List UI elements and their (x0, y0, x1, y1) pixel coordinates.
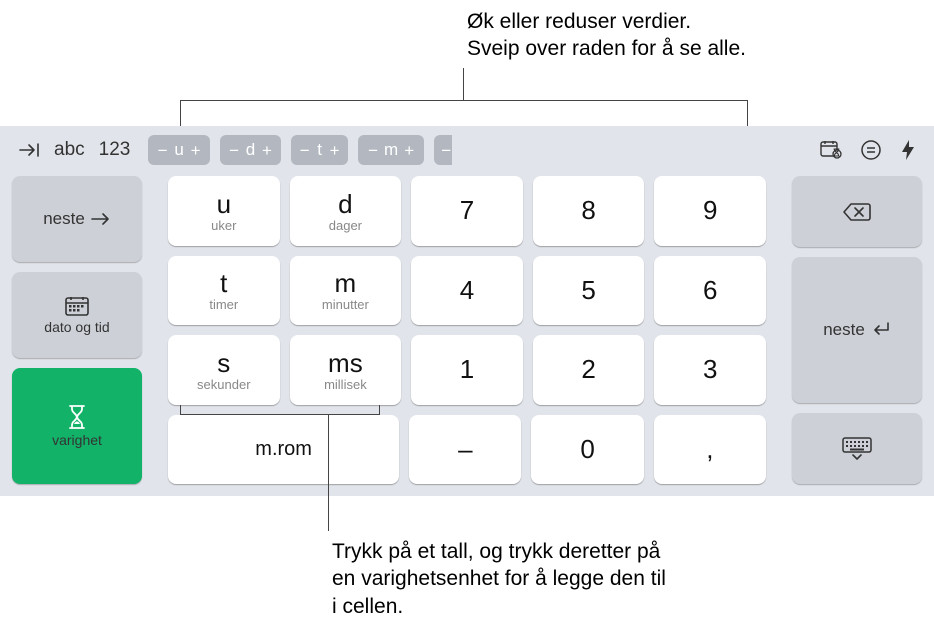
plus-icon[interactable]: + (400, 142, 418, 159)
minus-icon[interactable]: − (154, 142, 170, 159)
unit-t-key[interactable]: ttimer (168, 256, 280, 326)
abc-button[interactable]: abc (54, 139, 85, 161)
minus-icon[interactable]: − (440, 142, 452, 159)
arrow-right-icon (91, 212, 111, 226)
unit-d-key[interactable]: ddager (290, 176, 402, 246)
num-3-key[interactable]: 3 (654, 335, 766, 405)
num-5-key[interactable]: 5 (533, 256, 645, 326)
lightning-icon[interactable] (900, 139, 916, 161)
key-sub: minutter (322, 297, 369, 312)
key-label: neste (43, 209, 85, 229)
next-return-key[interactable]: neste (792, 257, 922, 403)
key-sub: millisek (324, 377, 367, 392)
key-main: u (217, 189, 231, 220)
plus-icon[interactable]: + (187, 142, 203, 159)
equals-icon[interactable] (860, 139, 882, 161)
key-main: d (338, 189, 352, 220)
unit-m-key[interactable]: mminutter (290, 256, 402, 326)
key-sub: uker (211, 218, 236, 233)
key-label: neste (823, 320, 865, 340)
key-main: m (335, 268, 357, 299)
backspace-key[interactable] (792, 176, 922, 247)
unit-s-key[interactable]: ssekunder (168, 335, 280, 405)
key-sub: dager (329, 218, 362, 233)
stepper-label: t (312, 140, 327, 160)
callout-leader (180, 405, 380, 415)
stepper-label: d (242, 140, 258, 160)
unit-u-key[interactable]: uuker (168, 176, 280, 246)
dismiss-keyboard-key[interactable] (792, 413, 922, 484)
space-key[interactable]: m.rom (168, 415, 399, 485)
top-left-controls: abc 123 (12, 139, 130, 161)
keyboard-top-row: abc 123 −u+ −d+ −t+ −m+ − (12, 134, 922, 166)
duration-key[interactable]: varighet (12, 368, 142, 484)
hourglass-icon (66, 404, 88, 430)
num-1-key[interactable]: 1 (411, 335, 523, 405)
calendar-icon (64, 295, 90, 317)
next-right-key[interactable]: neste (12, 176, 142, 262)
callout-top: Øk eller reduser verdier. Sveip over rad… (467, 8, 747, 63)
stepper-overflow[interactable]: − (434, 135, 452, 165)
keyboard-main: neste dato og tid varighet uuker ddager … (12, 176, 922, 484)
num-6-key[interactable]: 6 (654, 256, 766, 326)
minus-icon[interactable]: − (297, 142, 312, 159)
stepper-d[interactable]: −d+ (220, 135, 281, 165)
minus-icon[interactable]: − (226, 142, 242, 159)
key-sub: sekunder (197, 377, 250, 392)
stepper-row[interactable]: −u+ −d+ −t+ −m+ − (148, 135, 802, 165)
right-column: neste (792, 176, 922, 484)
callout-leader (463, 68, 464, 101)
key-main: ms (328, 348, 363, 379)
num-8-key[interactable]: 8 (533, 176, 645, 246)
key-label: dato og tid (44, 319, 109, 335)
stepper-t[interactable]: −t+ (291, 135, 348, 165)
stepper-u[interactable]: −u+ (148, 135, 209, 165)
top-right-controls (820, 139, 922, 161)
tab-icon[interactable] (18, 142, 40, 158)
calendar-duration-icon[interactable] (820, 140, 842, 160)
left-column: neste dato og tid varighet (12, 176, 142, 484)
minus-icon[interactable]: − (364, 142, 382, 159)
key-label: varighet (52, 432, 102, 448)
backspace-icon (842, 202, 872, 222)
datetime-key[interactable]: dato og tid (12, 272, 142, 358)
stepper-label: u (171, 140, 187, 160)
dash-key[interactable]: – (409, 415, 521, 485)
num-0-key[interactable]: 0 (531, 415, 643, 485)
num-2-key[interactable]: 2 (533, 335, 645, 405)
num-4-key[interactable]: 4 (411, 256, 523, 326)
plus-icon[interactable]: + (327, 142, 342, 159)
unit-ms-key[interactable]: msmillisek (290, 335, 402, 405)
num-9-key[interactable]: 9 (654, 176, 766, 246)
plus-icon[interactable]: + (259, 142, 275, 159)
key-main: s (217, 348, 230, 379)
center-keys: uuker ddager 7 8 9 ttimer mminutter 4 5 … (168, 176, 766, 484)
stepper-label: m (382, 140, 400, 160)
comma-key[interactable]: , (654, 415, 766, 485)
callout-bottom: Trykk på et tall, og trykk deretter på e… (332, 538, 672, 620)
num-7-key[interactable]: 7 (411, 176, 523, 246)
key-main: t (220, 268, 227, 299)
stepper-m[interactable]: −m+ (358, 135, 424, 165)
callout-leader (328, 415, 329, 531)
123-button[interactable]: 123 (99, 139, 131, 161)
duration-keyboard: abc 123 −u+ −d+ −t+ −m+ − (0, 126, 934, 496)
keyboard-dismiss-icon (841, 436, 873, 460)
key-sub: timer (209, 297, 238, 312)
return-icon (871, 321, 891, 339)
